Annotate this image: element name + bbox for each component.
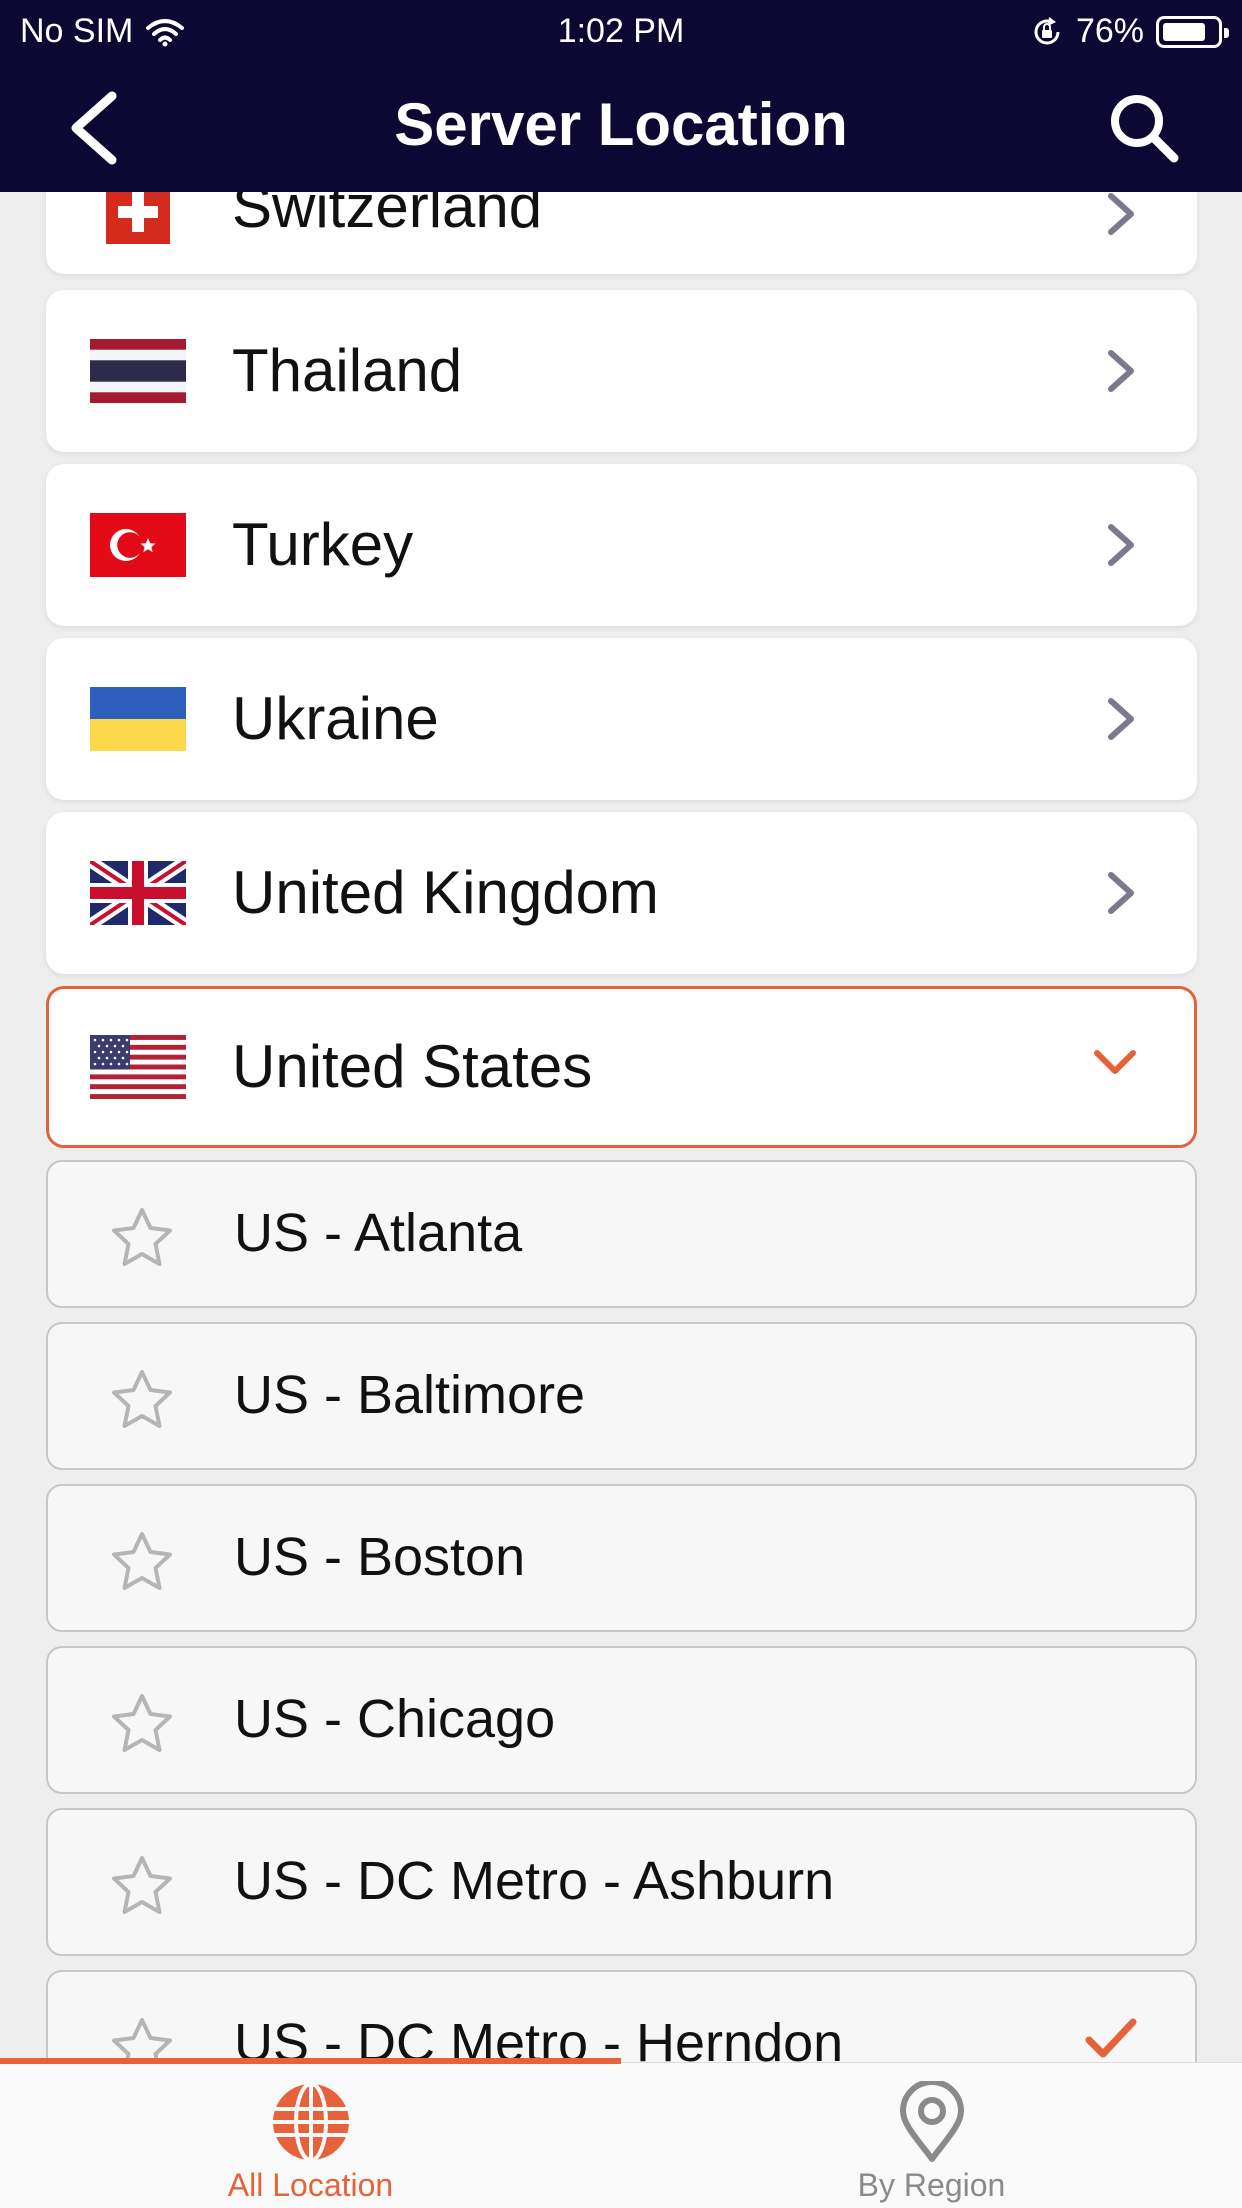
country-row-thailand[interactable]: Thailand [46,290,1197,452]
server-location-list[interactable]: Switzerland Thailand Turkey Ukraine Unit… [0,0,1242,2062]
chevron-right-icon [1108,698,1134,740]
app-header: No SIM 1:02 PM 76% Server Location [0,0,1242,192]
checkmark-icon [1085,2018,1137,2058]
chevron-right-icon [1108,872,1134,914]
city-row-chicago[interactable]: US - Chicago [46,1646,1197,1794]
united-kingdom-flag-icon [90,861,186,925]
star-icon[interactable] [110,1530,174,1594]
chevron-right-icon [1108,193,1134,235]
ukraine-flag-icon [90,687,186,751]
city-row-baltimore[interactable]: US - Baltimore [46,1322,1197,1470]
star-icon[interactable] [110,1854,174,1918]
battery-icon [1156,15,1229,48]
city-row-dc-metro-ashburn[interactable]: US - DC Metro - Ashburn [46,1808,1197,1956]
tab-by-region[interactable]: By Region [621,2063,1242,2208]
country-row-ukraine[interactable]: Ukraine [46,638,1197,800]
country-label: United States [232,1033,593,1100]
country-label: Turkey [232,511,414,578]
country-label: Ukraine [232,685,439,752]
city-label: US - Atlanta [234,1203,523,1263]
city-label: US - DC Metro - Herndon [234,2013,844,2062]
chevron-down-icon [1094,1050,1136,1074]
page-title: Server Location [394,91,848,158]
country-row-united-states[interactable]: United States [46,986,1197,1148]
tab-label: By Region [857,2167,1006,2203]
city-label: US - DC Metro - Ashburn [234,1851,835,1911]
chevron-right-icon [1108,350,1134,392]
search-icon[interactable] [1104,88,1184,168]
city-row-dc-metro-herndon[interactable]: US - DC Metro - Herndon [46,1970,1197,2062]
city-row-boston[interactable]: US - Boston [46,1484,1197,1632]
country-row-turkey[interactable]: Turkey [46,464,1197,626]
city-label: US - Boston [234,1527,526,1587]
navigation-bar: Server Location [0,64,1242,192]
country-label: Thailand [232,337,463,404]
thailand-flag-icon [90,339,186,403]
tab-label: All Location [227,2167,394,2203]
status-bar: No SIM 1:02 PM 76% [0,0,1242,64]
united-states-flag-icon [90,1035,186,1099]
city-label: US - Chicago [234,1689,556,1749]
globe-icon [273,2082,349,2162]
bottom-tab-bar: All Location By Region [0,2058,1242,2208]
star-icon[interactable] [110,2016,174,2062]
country-label: United Kingdom [232,859,659,926]
map-pin-icon [900,2081,964,2162]
chevron-right-icon [1108,524,1134,566]
orientation-lock-icon [1034,16,1060,44]
star-icon[interactable] [110,1206,174,1270]
country-row-united-kingdom[interactable]: United Kingdom [46,812,1197,974]
star-icon[interactable] [110,1368,174,1432]
star-icon[interactable] [110,1692,174,1756]
tab-all-location[interactable]: All Location [0,2063,621,2208]
city-row-atlanta[interactable]: US - Atlanta [46,1160,1197,1308]
turkey-flag-icon [90,513,186,577]
city-label: US - Baltimore [234,1365,586,1425]
battery-percent: 76% [1075,12,1144,50]
